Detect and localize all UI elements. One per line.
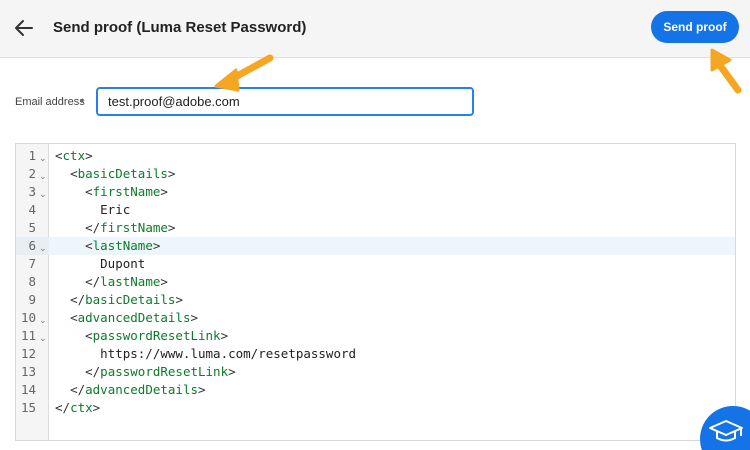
code-text: </firstName> [85, 220, 176, 235]
code-text: Eric [55, 202, 131, 217]
code-line[interactable]: 4 Eric [16, 201, 735, 219]
arrow-left-icon[interactable] [12, 16, 36, 40]
code-text: </ctx> [55, 400, 101, 415]
line-number: 5 [28, 220, 36, 235]
code-text: </passwordResetLink> [85, 364, 236, 379]
line-number: 9 [28, 292, 36, 307]
email-field[interactable] [96, 87, 474, 116]
email-label: Email address [15, 96, 85, 108]
code-line[interactable]: 7 Dupont [16, 255, 735, 273]
code-text: <ctx> [55, 148, 93, 163]
code-line[interactable]: 9 </basicDetails> [16, 291, 735, 309]
code-line[interactable]: 15 </ctx> [16, 399, 735, 417]
send-proof-button[interactable]: Send proof [651, 11, 739, 43]
code-text: </basicDetails> [70, 292, 183, 307]
line-number: 13 [20, 364, 36, 379]
dialog-header: Send proof (Luma Reset Password) Send pr… [0, 0, 750, 58]
line-number: 2 [28, 166, 36, 181]
code-line[interactable]: 1 ⌄ <ctx> [16, 147, 735, 165]
code-line[interactable]: 14 </advancedDetails> [16, 381, 735, 399]
code-text: <lastName> [85, 238, 161, 253]
line-number: 15 [20, 400, 36, 415]
code-text: </advancedDetails> [70, 382, 206, 397]
code-line[interactable]: 3 ⌄ <firstName> [16, 183, 735, 201]
code-text: Dupont [55, 256, 146, 271]
code-text: </lastName> [85, 274, 168, 289]
code-text: <basicDetails> [70, 166, 176, 181]
code-text: https://www.luma.com/resetpassword [55, 346, 357, 361]
code-line[interactable]: 13 </passwordResetLink> [16, 363, 735, 381]
line-number: 12 [20, 346, 36, 361]
code-line[interactable]: 10 ⌄ <advancedDetails> [16, 309, 735, 327]
code-text: <advancedDetails> [70, 310, 199, 325]
line-number: 6 [28, 238, 36, 253]
code-line[interactable]: 11 ⌄ <passwordResetLink> [16, 327, 735, 345]
code-content[interactable]: 1 ⌄ <ctx> 2 ⌄ <basicDetails> 3 ⌄ <firstName> 4 … [16, 147, 735, 417]
code-line[interactable]: 2 ⌄ <basicDetails> [16, 165, 735, 183]
line-number: 11 [20, 328, 36, 343]
code-editor[interactable]: 1 ⌄ <ctx> 2 ⌄ <basicDetails> 3 ⌄ <firstName> 4 … [15, 143, 736, 441]
code-line[interactable]: 5 </firstName> [16, 219, 735, 237]
line-number: 4 [28, 202, 36, 217]
line-number: 3 [28, 184, 36, 199]
required-marker: * [80, 96, 85, 110]
code-line[interactable]: 8 </lastName> [16, 273, 735, 291]
line-number: 10 [20, 310, 36, 325]
line-number: 14 [20, 382, 36, 397]
code-text: <passwordResetLink> [85, 328, 229, 343]
graduation-cap-icon [709, 420, 743, 442]
line-number: 1 [28, 148, 36, 163]
line-number: 8 [28, 274, 36, 289]
dialog-title: Send proof (Luma Reset Password) [53, 19, 307, 36]
line-number: 7 [28, 256, 36, 271]
code-line[interactable]: 12 https://www.luma.com/resetpassword [16, 345, 735, 363]
code-text: <firstName> [85, 184, 168, 199]
code-line[interactable]: 6 ⌄ <lastName> [16, 237, 735, 255]
